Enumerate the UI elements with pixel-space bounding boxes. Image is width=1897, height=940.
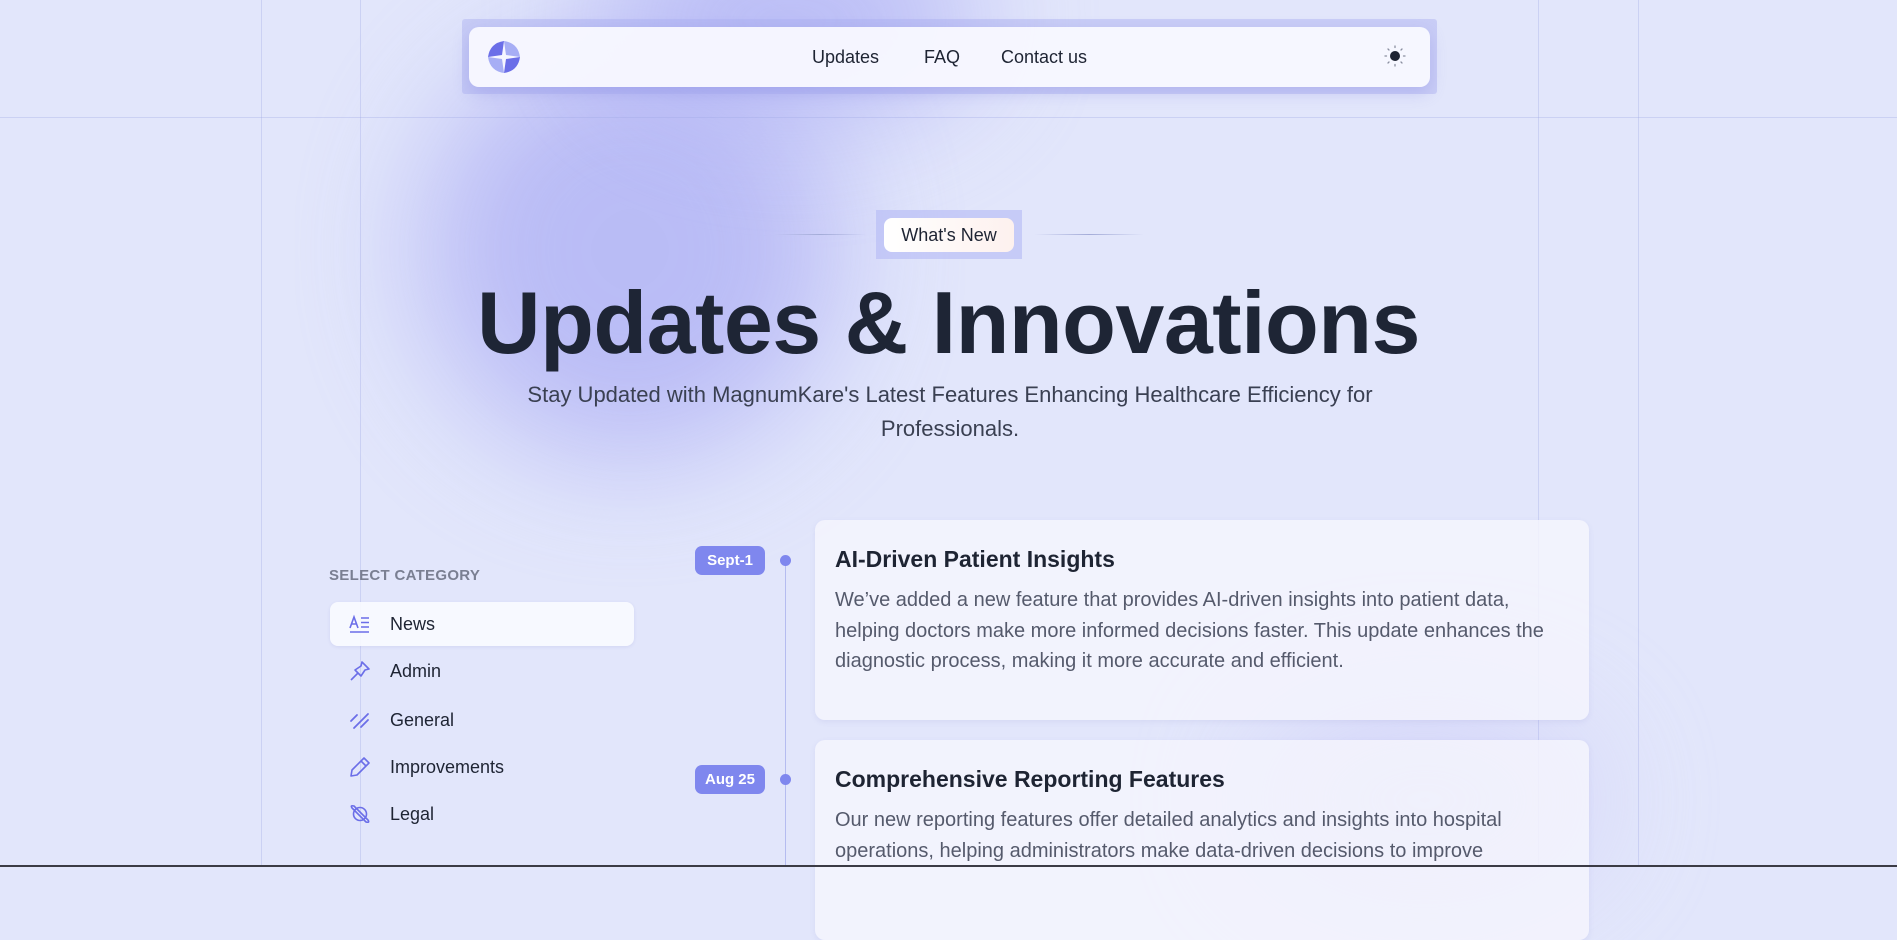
timeline-dot — [780, 555, 791, 566]
divider — [774, 234, 866, 235]
category-admin[interactable]: Admin — [330, 649, 634, 693]
nav-link-faq[interactable]: FAQ — [924, 47, 960, 68]
date-badge: Sept-1 — [695, 546, 765, 575]
whats-new-badge: What's New — [884, 218, 1014, 252]
date-badge: Aug 25 — [695, 765, 765, 794]
category-label: News — [390, 613, 436, 634]
nav-link-contact[interactable]: Contact us — [1001, 47, 1087, 68]
category-label: Legal — [390, 803, 435, 824]
sun-icon[interactable] — [1384, 45, 1406, 67]
pencil-icon — [350, 757, 370, 777]
category-news[interactable]: News — [330, 602, 634, 646]
magnumkare-logo-icon[interactable] — [487, 40, 521, 74]
page-subtitle: Stay Updated with MagnumKare's Latest Fe… — [527, 382, 1373, 441]
update-body: Our new reporting features offer detaile… — [835, 809, 1502, 862]
category-label: Improvements — [390, 756, 505, 777]
planet-icon — [350, 804, 370, 824]
update-body: We’ve added a new feature that provides … — [835, 589, 1544, 672]
category-label: Admin — [390, 660, 442, 681]
grid-line — [261, 0, 262, 867]
divider — [1034, 234, 1144, 235]
nav-link-updates[interactable]: Updates — [812, 47, 879, 68]
navbar: Updates FAQ Contact us — [469, 27, 1430, 87]
category-legal[interactable]: Legal — [330, 792, 634, 836]
category-heading: SELECT CATEGORY — [329, 567, 481, 584]
text-icon — [349, 614, 369, 633]
grid-line — [0, 117, 1897, 118]
update-title: AI-Driven Patient Insights — [835, 546, 1115, 572]
update-card: Comprehensive Reporting Features Our new… — [815, 740, 1589, 940]
category-improvements[interactable]: Improvements — [330, 745, 634, 789]
pin-icon — [350, 661, 370, 681]
update-card: AI-Driven Patient Insights We’ve added a… — [815, 520, 1589, 720]
grid-line — [1638, 0, 1639, 867]
grid-line — [1538, 0, 1539, 867]
timeline-line — [785, 560, 786, 867]
category-general[interactable]: General — [330, 698, 634, 742]
update-title: Comprehensive Reporting Features — [835, 766, 1225, 792]
slashes-icon — [350, 713, 369, 729]
timeline-dot — [780, 774, 791, 785]
category-label: General — [390, 709, 455, 730]
page-title: Updates & Innovations — [477, 273, 1420, 372]
